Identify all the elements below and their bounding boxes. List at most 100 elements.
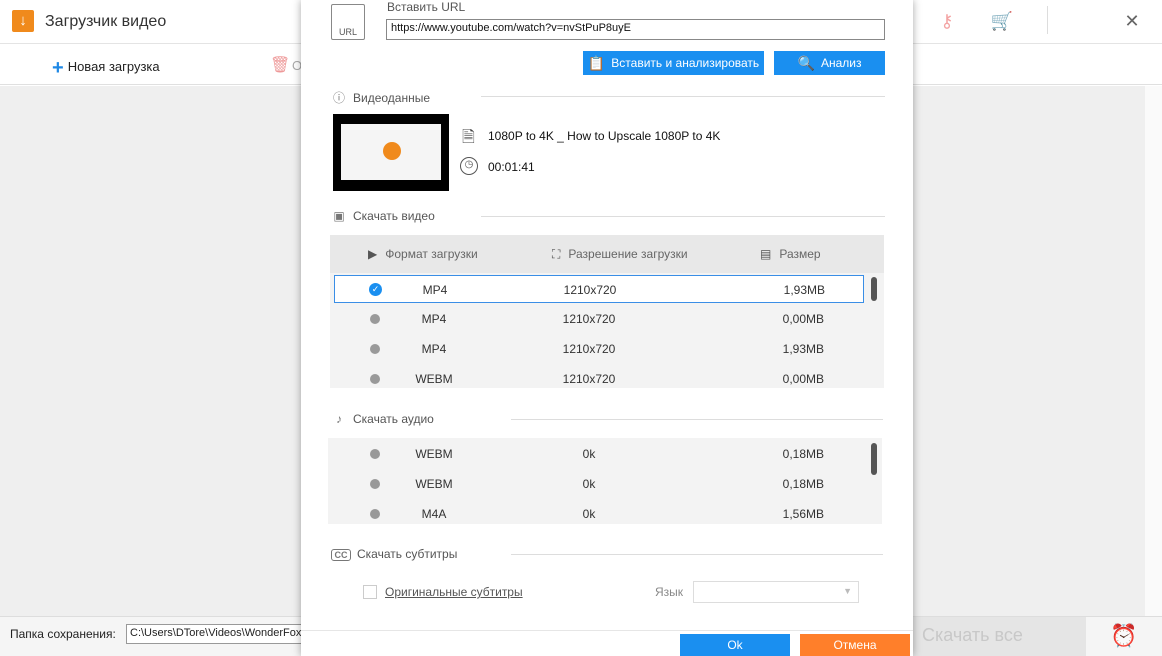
play-icon — [383, 142, 401, 160]
clipboard-icon: 📋 — [587, 55, 606, 71]
alarm-clock-icon[interactable]: ⏰ — [1110, 623, 1137, 649]
analyze-button[interactable]: 🔍 Анализ — [774, 51, 885, 75]
language-label: Язык — [655, 585, 684, 599]
plus-icon: + — [52, 57, 64, 79]
download-subs-label: Скачать субтитры — [357, 547, 458, 561]
column-format-label: Формат загрузки — [385, 247, 478, 261]
divider — [481, 216, 885, 217]
audio-size: 1,56MB — [782, 507, 824, 521]
divider — [1047, 6, 1048, 34]
video-resolution: 1210x720 — [562, 372, 616, 386]
radio-icon — [370, 374, 380, 384]
audio-row[interactable]: WEBM 0k 0,18MB — [334, 470, 864, 498]
video-size: 0,00MB — [782, 372, 824, 386]
audio-format-list: WEBM 0k 0,18MB WEBM 0k 0,18MB M4A 0k 1,5… — [328, 438, 882, 524]
radio-icon — [370, 314, 380, 324]
video-resolution: 1210x720 — [562, 342, 616, 356]
checkmark-icon: ✓ — [369, 283, 382, 296]
trash-icon[interactable]: 🗑 — [270, 55, 290, 75]
video-title: 1080P to 4K _ How to Upscale 1080P to 4K — [488, 129, 721, 143]
analyze-label: Анализ — [820, 56, 862, 70]
audio-format: M4A — [421, 507, 447, 521]
video-row[interactable]: ✓ MP4 1210x720 1,93MB — [334, 275, 864, 303]
column-resolution-label: Разрешение загрузки — [568, 247, 688, 261]
audio-bitrate: 0k — [582, 477, 596, 491]
video-row[interactable]: MP4 1210x720 1,93MB — [334, 335, 864, 363]
video-table-header: ▶ Формат загрузки ⛶ Разрешение загрузки ▤ Р… — [330, 235, 884, 273]
original-subs-checkbox[interactable] — [363, 585, 377, 599]
video-resolution: 1210x720 — [562, 312, 616, 326]
download-video-label: Скачать видео — [353, 209, 435, 223]
download-subs-header: CC Скачать субтитры — [331, 547, 457, 563]
search-icon: 🔍 — [797, 55, 815, 71]
download-audio-label: Скачать аудио — [353, 412, 434, 426]
clock-icon: ◷ — [460, 157, 478, 175]
video-format: MP4 — [422, 283, 448, 297]
size-icon: ▤ — [760, 247, 772, 261]
scrollbar[interactable] — [1145, 86, 1162, 616]
video-size: 1,93MB — [782, 342, 824, 356]
video-format-list: ✓ MP4 1210x720 1,93MB MP4 1210x720 0,00M… — [330, 273, 884, 388]
close-icon[interactable]: ✕ — [1117, 6, 1147, 36]
video-row[interactable]: WEBM 1210x720 0,00MB — [334, 365, 864, 388]
column-resolution: ⛶ Разрешение загрузки — [552, 247, 688, 262]
video-format: MP4 — [421, 342, 447, 356]
video-thumbnail — [333, 114, 449, 191]
film-icon: ▣ — [333, 209, 345, 223]
radio-icon — [370, 449, 380, 459]
url-input[interactable]: https://www.youtube.com/watch?v=nvStPuP8… — [386, 19, 885, 40]
app-title: Загрузчик видео — [45, 13, 167, 30]
video-data-header: ⓘ Видеоданные — [331, 89, 430, 105]
audio-row[interactable]: M4A 0k 1,56MB — [334, 500, 864, 524]
original-subs-link[interactable]: Оригинальные субтитры — [385, 585, 523, 599]
audio-size: 0,18MB — [782, 447, 824, 461]
download-video-header: ▣ Скачать видео — [331, 209, 435, 225]
divider — [481, 96, 885, 97]
column-format: ▶ Формат загрузки — [368, 247, 478, 261]
video-data-label: Видеоданные — [353, 91, 431, 105]
resolution-icon: ⛶ — [552, 247, 561, 261]
new-download-label: Новая загрузка — [67, 59, 160, 74]
video-row[interactable]: MP4 1210x720 0,00MB — [334, 305, 864, 333]
cart-icon[interactable]: 🛒 — [987, 6, 1017, 36]
key-icon[interactable]: ⚷ — [932, 6, 962, 36]
audio-format: WEBM — [415, 477, 453, 491]
video-size: 1,93MB — [783, 283, 825, 297]
download-audio-header: ♪ Скачать аудио — [331, 412, 434, 428]
divider — [511, 419, 883, 420]
ok-button[interactable]: Ok — [680, 634, 790, 656]
cancel-button[interactable]: Отмена — [800, 634, 910, 656]
paste-analyze-button[interactable]: 📋 Вставить и анализировать — [583, 51, 764, 75]
music-note-icon: ♪ — [336, 412, 342, 426]
video-size: 0,00MB — [782, 312, 824, 326]
video-duration: 00:01:41 — [488, 160, 535, 174]
paste-analyze-label: Вставить и анализировать — [611, 56, 760, 70]
info-icon: ⓘ — [332, 91, 345, 105]
document-icon: 🗎 — [462, 129, 475, 146]
column-size-label: Размер — [779, 247, 821, 261]
download-all-button[interactable]: Скачать все — [910, 617, 1086, 656]
cc-icon: CC — [331, 549, 351, 561]
scrollbar-thumb[interactable] — [871, 443, 877, 475]
language-select[interactable] — [693, 581, 859, 603]
radio-icon — [370, 509, 380, 519]
audio-row[interactable]: WEBM 0k 0,18MB — [334, 440, 864, 468]
save-folder-input[interactable]: C:\Users\DTore\Videos\WonderFox — [126, 624, 316, 644]
radio-icon — [370, 479, 380, 489]
new-download-button[interactable]: + Новая загрузка — [52, 57, 160, 80]
video-resolution: 1210x720 — [563, 283, 617, 297]
audio-size: 0,18MB — [782, 477, 824, 491]
save-folder-label: Папка сохранения: — [10, 627, 116, 641]
app-download-icon: ↓ — [12, 10, 34, 32]
divider — [511, 554, 883, 555]
radio-icon — [370, 344, 380, 354]
format-icon: ▶ — [368, 247, 378, 261]
video-format: WEBM — [415, 372, 453, 386]
url-label: Вставить URL — [387, 0, 466, 14]
url-file-icon: URL — [331, 4, 365, 40]
audio-bitrate: 0k — [582, 447, 596, 461]
scrollbar-thumb[interactable] — [871, 277, 877, 301]
audio-format: WEBM — [415, 447, 453, 461]
download-dialog: URL Вставить URL https://www.youtube.com… — [301, 0, 913, 656]
dialog-footer: Ok Отмена — [301, 630, 913, 656]
